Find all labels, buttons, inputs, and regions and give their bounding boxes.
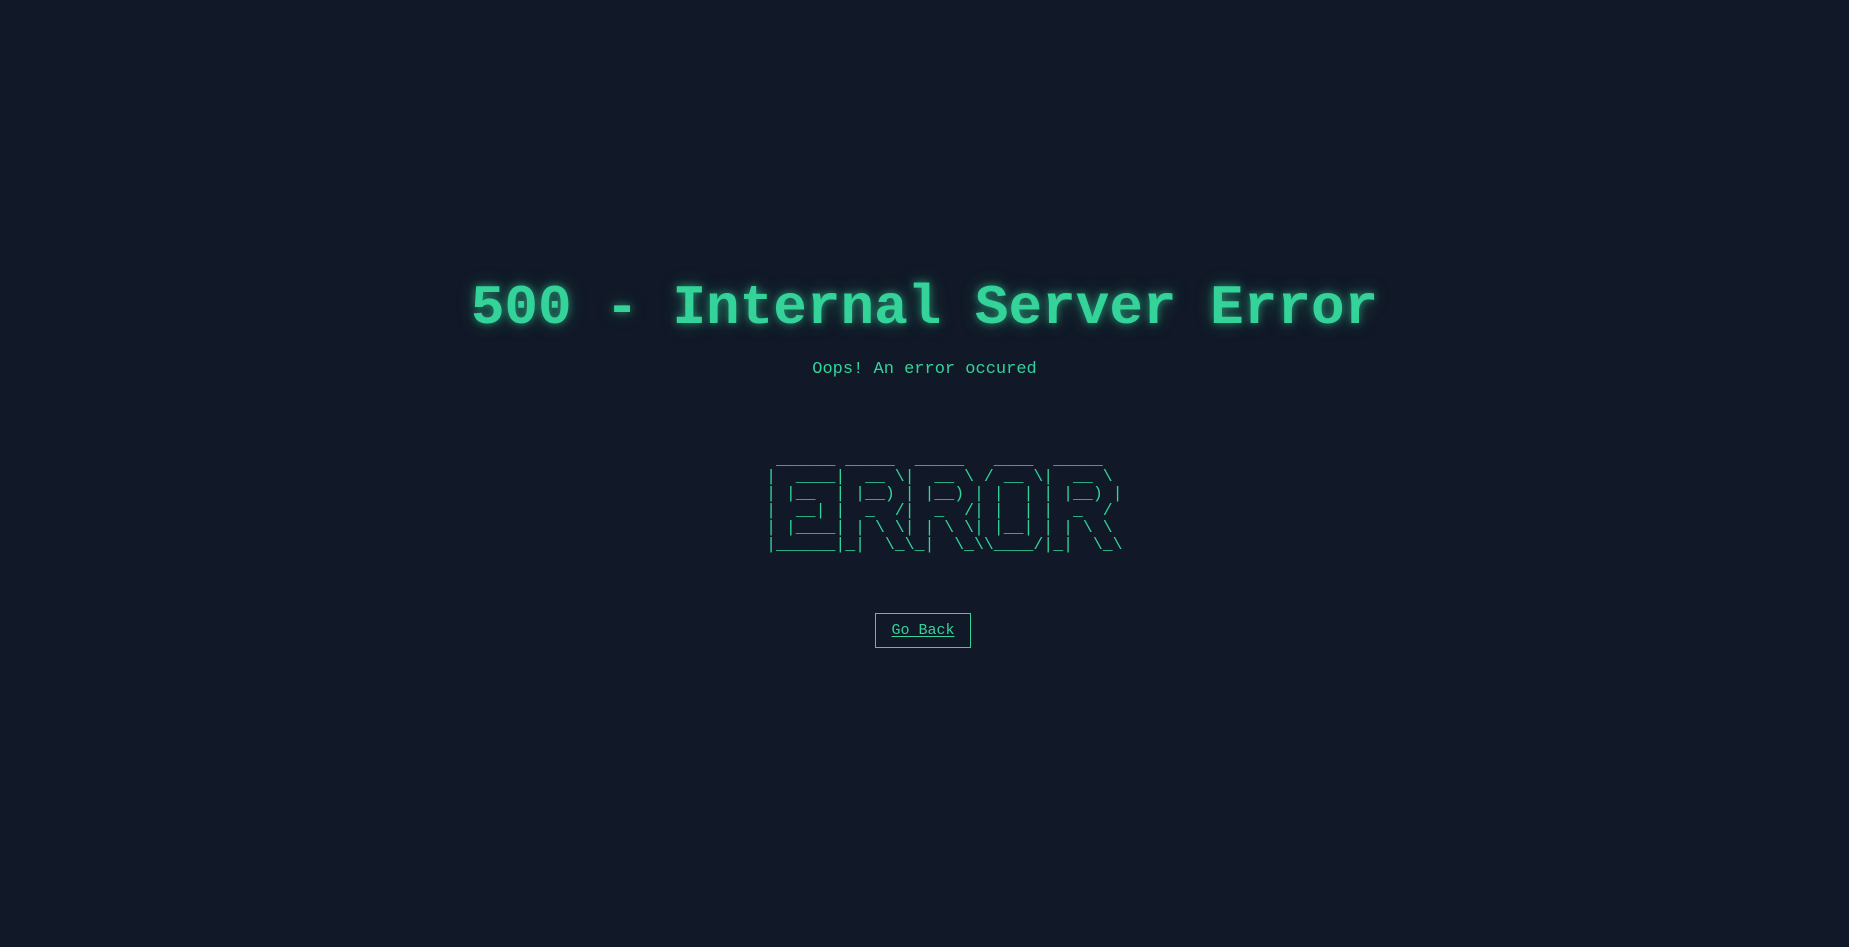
error-page: 500 - Internal Server Error Oops! An err… — [0, 0, 1849, 947]
ascii-art-error: ______ _____ _____ ____ _____ | ____| __… — [0, 434, 1849, 570]
error-subtitle: Oops! An error occured — [812, 360, 1037, 379]
page-title: 500 - Internal Server Error — [470, 276, 1379, 340]
go-back-button[interactable]: Go Back — [875, 613, 971, 648]
ascii-art-text: ______ _____ _____ ____ _____ | ____| __… — [766, 450, 1123, 554]
